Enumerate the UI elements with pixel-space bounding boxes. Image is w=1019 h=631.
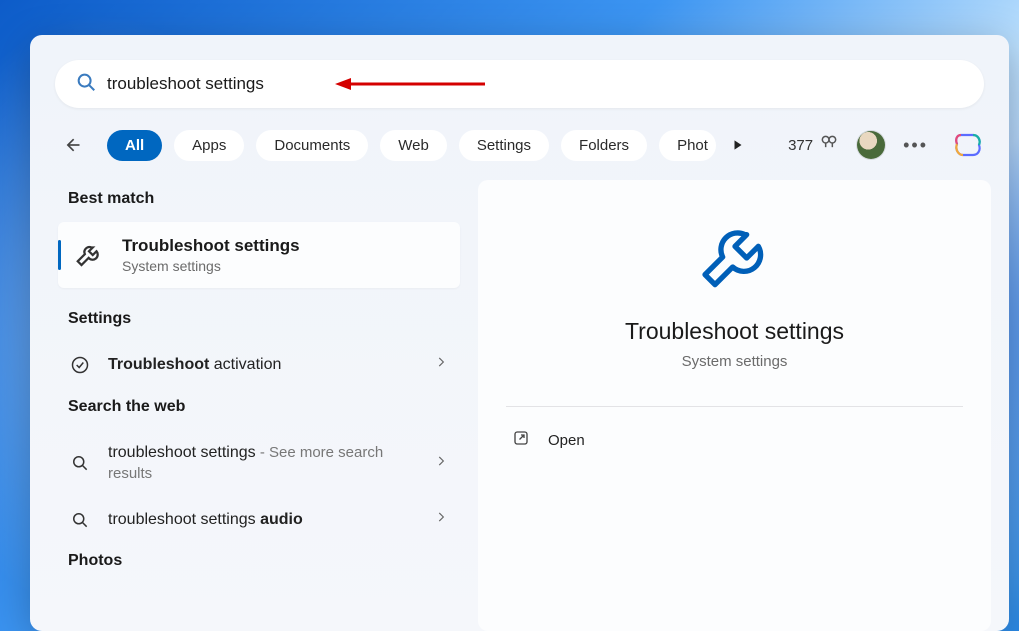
tab-settings[interactable]: Settings — [459, 130, 549, 161]
settings-section-label: Settings — [58, 288, 460, 342]
check-circle-icon — [70, 355, 90, 375]
tab-all[interactable]: All — [107, 130, 162, 161]
search-bar[interactable] — [55, 60, 984, 108]
search-icon — [70, 510, 90, 530]
search-icon — [75, 71, 97, 98]
tab-documents[interactable]: Documents — [256, 130, 368, 161]
search-icon — [70, 453, 90, 473]
detail-pane: Troubleshoot settings System settings Op… — [478, 180, 991, 631]
copilot-icon[interactable] — [952, 129, 984, 161]
wrench-icon — [695, 218, 775, 298]
search-panel: All Apps Documents Web Settings Folders … — [30, 35, 1009, 631]
open-external-icon — [512, 429, 530, 451]
chevron-right-icon — [434, 510, 448, 529]
open-button[interactable]: Open — [506, 407, 963, 473]
photos-section-label: Photos — [58, 542, 460, 584]
chevron-right-icon — [434, 355, 448, 374]
web-result-audio[interactable]: troubleshoot settings audio — [58, 497, 460, 543]
best-match-label: Best match — [58, 180, 460, 222]
best-match-subtitle: System settings — [122, 258, 300, 274]
back-button[interactable] — [55, 128, 89, 162]
settings-result-text: Troubleshoot activation — [108, 354, 416, 376]
web-section-label: Search the web — [58, 388, 460, 430]
web-result-see-more[interactable]: troubleshoot settings - See more search … — [58, 430, 460, 497]
results-column: Best match Troubleshoot settings System … — [48, 180, 468, 631]
detail-subtitle: System settings — [682, 353, 788, 370]
trophy-icon — [819, 133, 839, 157]
search-input[interactable] — [107, 74, 964, 94]
rewards-points[interactable]: 377 — [788, 133, 839, 157]
open-label: Open — [548, 432, 585, 449]
tab-apps[interactable]: Apps — [174, 130, 244, 161]
chevron-right-icon — [434, 454, 448, 473]
settings-result-troubleshoot-activation[interactable]: Troubleshoot activation — [58, 342, 460, 388]
avatar[interactable] — [857, 131, 885, 159]
web-result-text: troubleshoot settings - See more search … — [108, 442, 416, 485]
more-button[interactable]: ••• — [897, 131, 934, 160]
wrench-icon — [74, 240, 104, 270]
tabs-scroll-right[interactable] — [724, 131, 752, 159]
detail-title: Troubleshoot settings — [625, 318, 844, 345]
filter-tabs: All Apps Documents Web Settings Folders … — [30, 108, 1009, 180]
tab-folders[interactable]: Folders — [561, 130, 647, 161]
best-match-title: Troubleshoot settings — [122, 236, 300, 256]
tab-web[interactable]: Web — [380, 130, 447, 161]
best-match-item[interactable]: Troubleshoot settings System settings — [58, 222, 460, 288]
points-value: 377 — [788, 137, 813, 154]
tab-photos[interactable]: Phot — [659, 130, 716, 161]
web-result-text: troubleshoot settings audio — [108, 509, 416, 531]
